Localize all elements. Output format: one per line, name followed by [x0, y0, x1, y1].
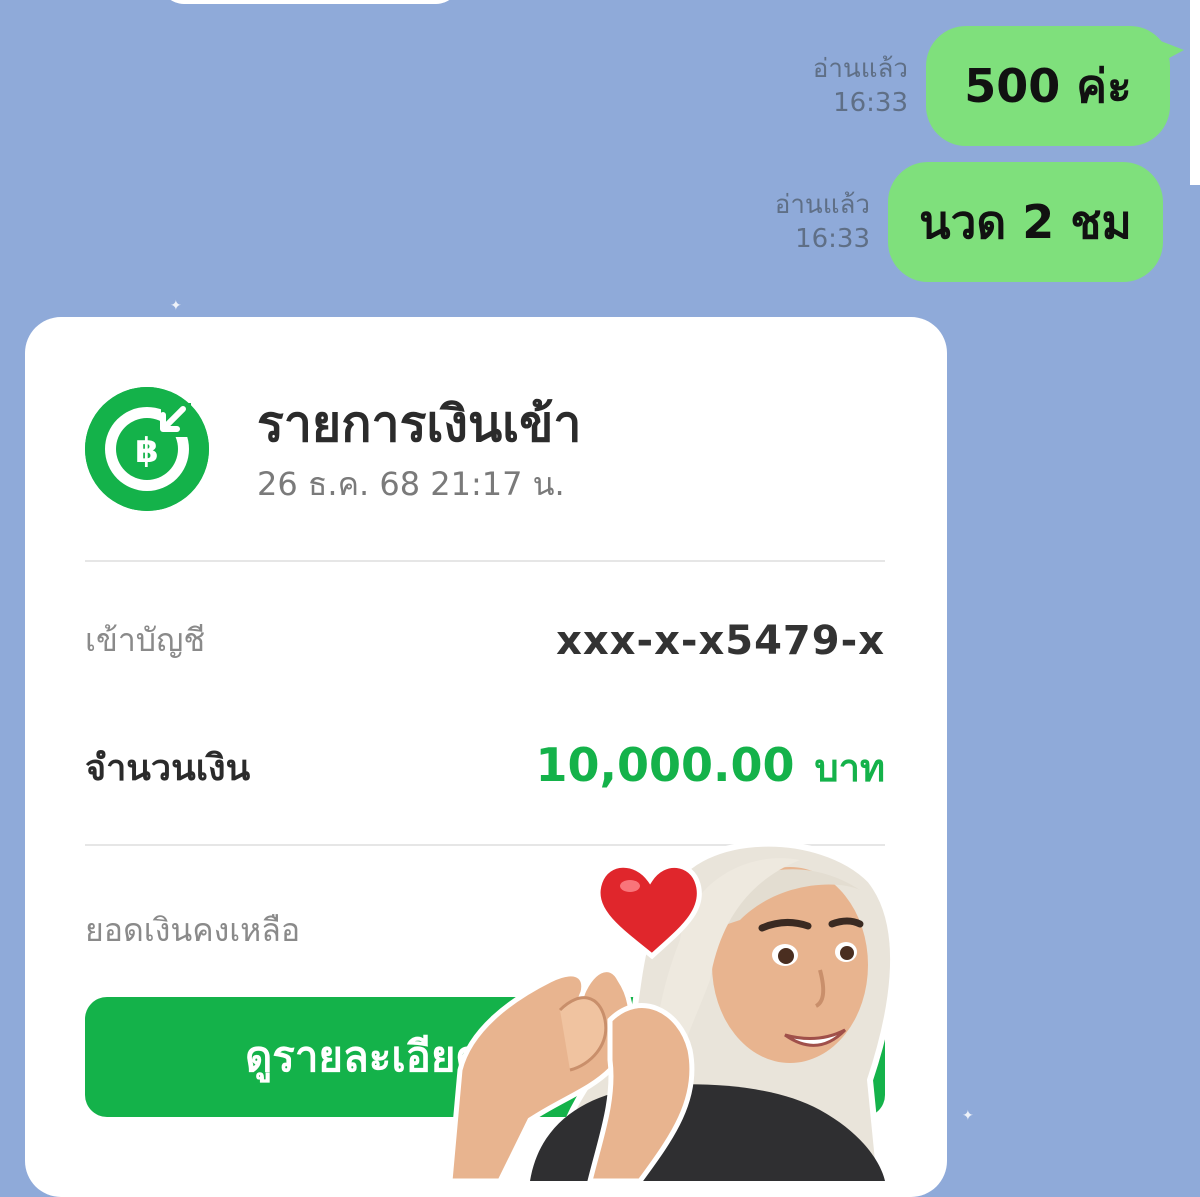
balance-label: ยอดเงินคงเหลือ	[85, 911, 301, 949]
partial-bubble-edge	[1190, 0, 1200, 185]
baht-incoming-icon: ฿	[85, 387, 209, 511]
message-meta: อ่านแล้ว 16:33	[775, 188, 870, 256]
outgoing-message[interactable]: อ่านแล้ว 16:33 500 ค่ะ	[813, 26, 1184, 146]
read-receipt: อ่านแล้ว	[774, 190, 870, 220]
account-label: เข้าบัญชี	[85, 621, 206, 659]
amount-row: จำนวนเงิน 10,000.00 บาท	[85, 737, 885, 798]
outgoing-message[interactable]: อ่านแล้ว 16:33 นวด 2 ชม	[775, 162, 1163, 282]
card-header: ฿ รายการเงินเข้า 26 ธ.ค. 68 21:17 น.	[85, 387, 581, 511]
message-text: 500 ค่ะ	[964, 58, 1132, 113]
message-time: 16:33	[795, 224, 870, 254]
account-number: xxx-x-x5479-x	[556, 617, 885, 664]
message-time: 16:33	[833, 88, 908, 118]
read-receipt: อ่านแล้ว	[812, 54, 908, 84]
sparkle-icon: ✦	[170, 298, 182, 314]
amount-unit: บาท	[814, 746, 885, 790]
svg-text:฿: ฿	[135, 431, 159, 471]
message-meta: อ่านแล้ว 16:33	[813, 52, 908, 120]
message-bubble[interactable]: 500 ค่ะ	[926, 26, 1184, 146]
message-text: นวด 2 ชม	[919, 194, 1132, 249]
amount-label: จำนวนเงิน	[85, 748, 251, 789]
transaction-datetime: 26 ธ.ค. 68 21:17 น.	[257, 465, 565, 503]
card-title: รายการเงินเข้า	[257, 395, 582, 453]
incoming-bubble-edge	[160, 0, 460, 4]
message-bubble[interactable]: นวด 2 ชม	[888, 162, 1163, 282]
divider	[85, 560, 885, 562]
heart-hands-avatar-sticker	[447, 840, 897, 1181]
amount-value: 10,000.00	[535, 738, 795, 792]
account-row: เข้าบัญชี xxx-x-x5479-x	[85, 615, 885, 666]
sparkle-icon: ✦	[962, 1108, 974, 1124]
